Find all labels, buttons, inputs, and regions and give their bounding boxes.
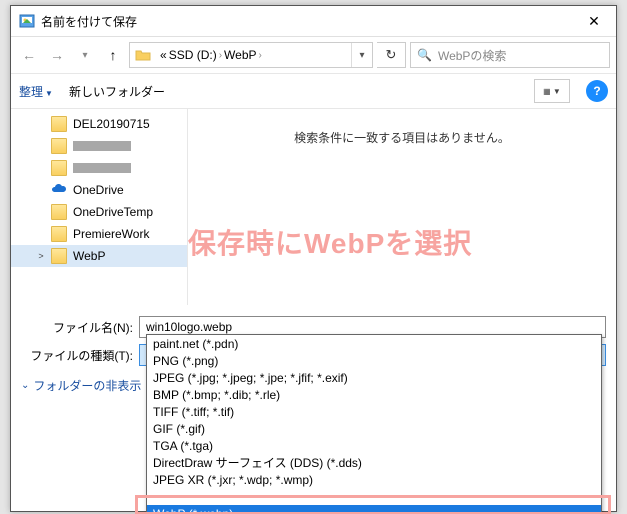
tree-item[interactable]: OneDriveTemp — [11, 201, 187, 223]
tree-item[interactable]: PremiereWork — [11, 223, 187, 245]
nav-recent-button[interactable]: ▾ — [73, 43, 97, 67]
filetype-option[interactable]: TIFF (*.tiff; *.tif) — [147, 403, 601, 420]
window-title: 名前を付けて保存 — [41, 13, 572, 30]
crumb-folder[interactable]: WebP› — [224, 48, 262, 62]
empty-message: 検索条件に一致する項目はありません。 — [294, 129, 510, 146]
new-folder-button[interactable]: 新しいフォルダー — [69, 83, 165, 100]
search-placeholder: WebPの検索 — [438, 47, 506, 64]
filetype-option[interactable]: GIF (*.gif) — [147, 420, 601, 437]
folder-icon — [130, 43, 156, 67]
folder-tree[interactable]: DEL20190715 OneDriveOneDriveTempPremiereW… — [11, 109, 187, 305]
app-icon — [19, 13, 35, 29]
toolbar: 整理▼ 新しいフォルダー ▦ ▼ ? — [11, 74, 616, 109]
hide-folders-toggle[interactable]: ⌄フォルダーの非表示 — [21, 377, 141, 394]
filetype-label: ファイルの種類(T): — [21, 347, 133, 364]
search-icon: 🔍 — [417, 48, 432, 62]
file-list-pane: 検索条件に一致する項目はありません。 — [187, 109, 616, 305]
filetype-option[interactable]: BMP (*.bmp; *.dib; *.rle) — [147, 386, 601, 403]
address-bar: ← → ▾ ↑ « SSD (D:)› WebP› ▾ ↻ 🔍 WebPの検索 — [11, 37, 616, 74]
filetype-option[interactable]: paint.net (*.pdn) — [147, 335, 601, 352]
folder-icon — [51, 248, 67, 264]
filetype-option[interactable]: DirectDraw サーフェイス (DDS) (*.dds) — [147, 454, 601, 471]
filetype-option[interactable]: WebP (*.webp) — [147, 505, 601, 514]
tree-item[interactable]: OneDrive — [11, 179, 187, 201]
tree-item[interactable] — [11, 157, 187, 179]
breadcrumb[interactable]: « SSD (D:)› WebP› ▾ — [129, 42, 373, 68]
filetype-option[interactable] — [147, 488, 601, 505]
organize-button[interactable]: 整理▼ — [19, 83, 53, 100]
onedrive-icon — [51, 181, 67, 200]
filetype-option[interactable]: PNG (*.png) — [147, 352, 601, 369]
folder-icon — [51, 226, 67, 242]
filename-label: ファイル名(N): — [21, 319, 133, 336]
nav-up-button[interactable]: ↑ — [101, 43, 125, 67]
close-button[interactable]: ✕ — [572, 6, 616, 36]
view-options-button[interactable]: ▦ ▼ — [534, 79, 570, 103]
refresh-button[interactable]: ↻ — [377, 42, 406, 68]
breadcrumb-dropdown[interactable]: ▾ — [351, 43, 372, 67]
tree-item[interactable] — [11, 135, 187, 157]
titlebar: 名前を付けて保存 ✕ — [11, 6, 616, 37]
filetype-option[interactable]: JPEG XR (*.jxr; *.wdp; *.wmp) — [147, 471, 601, 488]
nav-forward-button: → — [45, 43, 69, 67]
filetype-dropdown[interactable]: paint.net (*.pdn)PNG (*.png)JPEG (*.jpg;… — [146, 334, 602, 514]
help-button[interactable]: ? — [586, 80, 608, 102]
filetype-option[interactable]: TGA (*.tga) — [147, 437, 601, 454]
nav-back-button[interactable]: ← — [17, 43, 41, 67]
search-input[interactable]: 🔍 WebPの検索 — [410, 42, 610, 68]
tree-item[interactable]: DEL20190715 — [11, 113, 187, 135]
crumb-pre: « — [160, 48, 167, 62]
filetype-option[interactable]: JPEG (*.jpg; *.jpeg; *.jpe; *.jfif; *.ex… — [147, 369, 601, 386]
crumb-drive[interactable]: SSD (D:)› — [169, 48, 222, 62]
folder-icon — [51, 204, 67, 220]
folder-icon — [51, 116, 67, 132]
tree-item[interactable]: >WebP — [11, 245, 187, 267]
annotation-text: 保存時にWebPを選択 — [188, 222, 472, 262]
